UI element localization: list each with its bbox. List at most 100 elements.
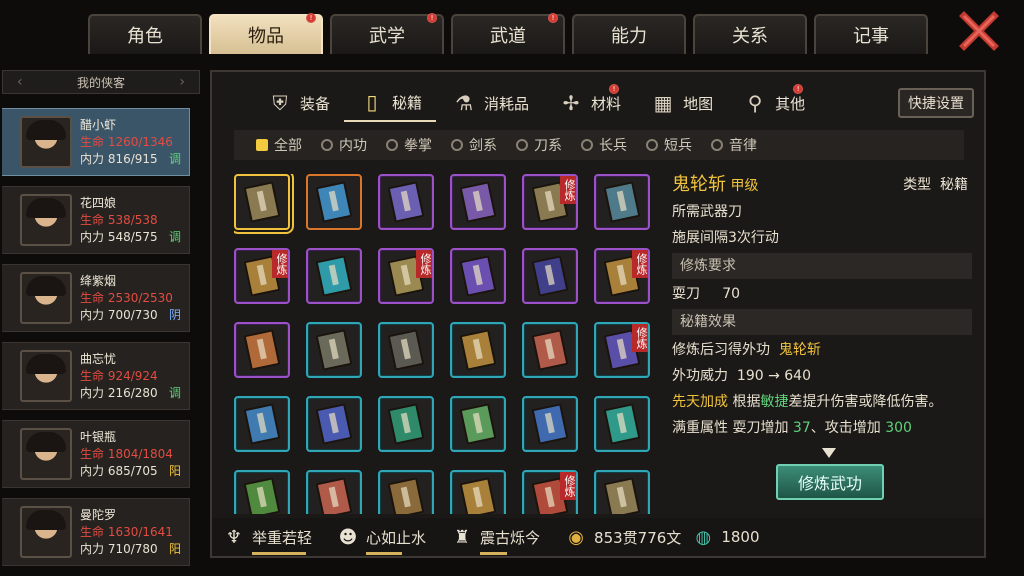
item-slot[interactable] (450, 174, 506, 230)
train-badge: 修炼 (560, 176, 576, 204)
item-slot[interactable] (378, 396, 434, 452)
category-tab-2[interactable]: ⚗ 消耗品 (436, 84, 543, 122)
notification-badge: ! (427, 13, 437, 23)
inventory-panel: ⛨ 装备 ▯ 秘籍 ⚗ 消耗品 ✢ 材料! ▦ 地图 ⚲ 其他! 快捷设置 全部 内功 拳掌 剑系 刀系 长兵短… (210, 70, 986, 558)
item-slot[interactable] (450, 470, 506, 514)
tab-2[interactable]: 武学! (330, 13, 444, 54)
item-slot[interactable] (306, 248, 362, 304)
item-slot[interactable]: 修炼 (234, 248, 290, 304)
forge-icon: ♜ (453, 526, 471, 548)
quick-settings-button[interactable]: 快捷设置 (898, 88, 974, 118)
item-name: 鬼轮斩 (672, 174, 726, 195)
trait-item[interactable]: ♆ 举重若轻 (222, 525, 312, 555)
tab-label: 物品 (248, 26, 284, 47)
item-slot[interactable] (594, 470, 650, 514)
category-tab-5[interactable]: ⚲ 其他! (727, 84, 819, 122)
character-name: 曼陀罗 (80, 507, 117, 522)
filter-option[interactable]: 全部 (256, 135, 302, 155)
filter-option[interactable]: 刀系 (516, 135, 562, 155)
book-icon (315, 329, 353, 371)
item-slot[interactable] (450, 396, 506, 452)
item-slot[interactable]: 修炼 (522, 174, 578, 230)
trait-item[interactable]: ☻ 心如止水 (336, 525, 426, 555)
item-slot[interactable] (594, 396, 650, 452)
item-slot[interactable] (306, 174, 362, 230)
book-icon (603, 403, 641, 445)
character-name: 花四娘 (80, 195, 117, 210)
item-slot[interactable] (234, 174, 294, 234)
item-slot[interactable] (306, 396, 362, 452)
item-slot[interactable] (378, 174, 434, 230)
book-icon (243, 329, 281, 371)
learn-line: 修炼后习得外功 鬼轮斩 (672, 342, 821, 358)
chevron-left-icon[interactable]: ‹ (17, 74, 23, 90)
item-slot[interactable] (450, 322, 506, 378)
category-tab-0[interactable]: ⛨ 装备 (252, 84, 344, 122)
item-slot[interactable] (234, 396, 290, 452)
item-slot[interactable] (450, 248, 506, 304)
tab-3[interactable]: 武道! (451, 13, 565, 54)
item-slot[interactable] (378, 322, 434, 378)
filter-option[interactable]: 短兵 (646, 135, 692, 155)
character-card[interactable]: 曲忘忧 生命 924/924 内力 216/280 调 (2, 342, 190, 410)
tab-4[interactable]: 能力 (572, 14, 686, 54)
tab-0[interactable]: 角色 (88, 14, 202, 54)
item-slot[interactable]: 修炼 (594, 322, 650, 378)
item-slot[interactable] (234, 322, 290, 378)
chevron-right-icon[interactable]: › (179, 74, 185, 90)
character-card[interactable]: 曼陀罗 生命 1630/1641 内力 710/780 阳 (2, 498, 190, 566)
character-card[interactable]: 花四娘 生命 538/538 内力 548/575 调 (2, 186, 190, 254)
item-slot[interactable] (306, 470, 362, 514)
category-tab-3[interactable]: ✢ 材料! (543, 84, 635, 122)
character-card[interactable]: 叶银瓶 生命 1804/1804 内力 685/705 阳 (2, 420, 190, 488)
item-category-tabs: ⛨ 装备 ▯ 秘籍 ⚗ 消耗品 ✢ 材料! ▦ 地图 ⚲ 其他! (252, 84, 819, 122)
tab-6[interactable]: 记事 (814, 14, 928, 54)
map-icon: ▦ (653, 91, 673, 115)
item-slot[interactable] (306, 322, 362, 378)
book-icon (315, 477, 353, 514)
character-card[interactable]: 绛紫烟 生命 2530/2530 内力 700/730 阴 (2, 264, 190, 332)
category-tab-label: 材料 (591, 94, 622, 113)
jade-value: 1800 (721, 528, 760, 546)
cast-interval: 施展间隔3次行动 (672, 230, 779, 246)
avatar (20, 428, 72, 480)
status-bar: ♆ 举重若轻 ☻ 心如止水 ♜ 震古烁今 ◉ 853贯776文 ◍ 1800 (212, 518, 984, 556)
filter-option[interactable]: 音律 (711, 135, 757, 155)
tab-1[interactable]: 物品! (209, 13, 323, 54)
category-tab-1[interactable]: ▯ 秘籍 (344, 84, 437, 122)
character-mp: 内力 816/915 (80, 151, 158, 166)
character-info: 曼陀罗 生命 1630/1641 内力 710/780 (80, 507, 173, 558)
character-name: 绛紫烟 (80, 273, 117, 288)
filter-option[interactable]: 长兵 (581, 135, 627, 155)
power-line: 外功威力 190 → 640 (672, 368, 811, 384)
armor-icon: ⛨ (272, 91, 288, 115)
strength-icon: ♆ (225, 526, 243, 548)
item-slot[interactable] (378, 470, 434, 514)
character-card[interactable]: 醋小虾 生命 1260/1346 内力 816/915 调 (2, 108, 190, 176)
item-slot[interactable] (594, 174, 650, 230)
filter-option[interactable]: 内功 (321, 135, 367, 155)
item-slot[interactable] (522, 248, 578, 304)
jade-icon: ◍ (695, 526, 712, 548)
category-tab-label: 地图 (683, 94, 714, 113)
category-tab-4[interactable]: ▦ 地图 (635, 84, 727, 122)
jade-counter: ◍ 1800 (691, 525, 759, 549)
learn-skill-button[interactable]: 修炼武功 (776, 464, 884, 500)
item-slot[interactable] (522, 396, 578, 452)
tab-5[interactable]: 关系 (693, 14, 807, 54)
filter-option[interactable]: 拳掌 (386, 135, 432, 155)
close-icon[interactable] (958, 10, 1000, 52)
filter-option[interactable]: 剑系 (451, 135, 497, 155)
book-icon (459, 403, 497, 445)
item-slot[interactable] (234, 470, 290, 514)
character-mp: 内力 685/705 (80, 463, 158, 478)
item-slot[interactable] (522, 322, 578, 378)
tab-label: 记事 (853, 26, 889, 47)
item-slot[interactable]: 修炼 (594, 248, 650, 304)
trait-item[interactable]: ♜ 震古烁今 (450, 525, 540, 555)
character-mp: 内力 710/780 (80, 541, 158, 556)
category-tab-label: 装备 (300, 94, 331, 113)
item-slot[interactable]: 修炼 (522, 470, 578, 514)
item-slot[interactable]: 修炼 (378, 248, 434, 304)
item-type: 类型 秘籍 (903, 177, 968, 193)
